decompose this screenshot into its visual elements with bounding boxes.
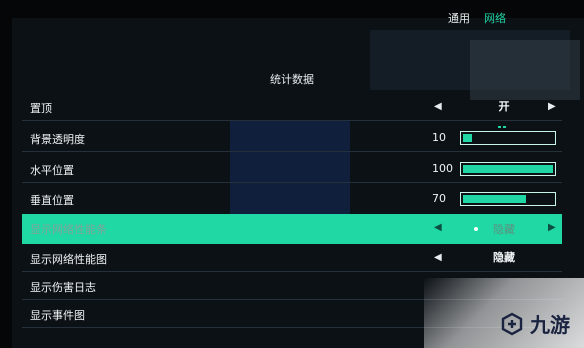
setting-row-network-graph[interactable]: 显示网络性能图 ◀ 隐藏 [22, 246, 562, 272]
watermark-text: 九游 [530, 313, 570, 337]
vertical-slider[interactable] [460, 192, 556, 206]
arrow-right-icon[interactable]: ▶ [548, 222, 556, 233]
tab-network[interactable]: 网络 [484, 10, 506, 26]
arrow-left-icon[interactable]: ◀ [434, 101, 442, 112]
setting-value: 隐藏 [493, 223, 515, 236]
watermark: 九游 [500, 309, 570, 338]
left-frame [0, 0, 12, 348]
setting-row-background-opacity[interactable]: 背景透明度 10 [22, 126, 562, 152]
slider-fill [463, 134, 472, 142]
setting-value: 隐藏 [493, 251, 515, 264]
slider-fill [463, 195, 526, 203]
divider [22, 182, 562, 183]
divider [22, 151, 562, 152]
divider [22, 271, 562, 272]
setting-row-network-bar[interactable]: 显示网络性能条 ◀ 隐藏 ▶ [22, 214, 562, 244]
arrow-left-icon[interactable]: ◀ [434, 252, 442, 263]
setting-label: 置顶 [30, 102, 52, 115]
setting-label: 显示伤害日志 [30, 281, 96, 294]
section-title: 统计数据 [270, 73, 314, 86]
arrow-left-icon[interactable]: ◀ [434, 222, 442, 233]
setting-value: 开 [498, 100, 510, 113]
brand-logo-icon [501, 312, 523, 335]
slider-fill [463, 165, 553, 173]
option-indicator [498, 113, 510, 128]
tab-general[interactable]: 通用 [448, 10, 470, 26]
slider-value: 70 [432, 192, 446, 205]
setting-row-horizontal-position[interactable]: 水平位置 100 [22, 157, 562, 183]
setting-label: 垂直位置 [30, 194, 74, 207]
horizontal-slider[interactable] [460, 162, 556, 176]
setting-label: 背景透明度 [30, 133, 85, 146]
settings-tabs: 通用 网络 [448, 10, 506, 26]
slider-value: 100 [432, 162, 453, 175]
opacity-slider[interactable] [460, 131, 556, 145]
divider [22, 120, 562, 121]
setting-row-pin-on-top[interactable]: 置顶 ◀ 开 ▶ [22, 95, 562, 128]
setting-label: 显示网络性能图 [30, 253, 107, 266]
arrow-right-icon[interactable]: ▶ [548, 101, 556, 112]
background-scene [470, 40, 580, 100]
slider-value: 10 [432, 131, 446, 144]
setting-row-vertical-position[interactable]: 垂直位置 70 [22, 187, 562, 213]
setting-label: 显示事件图 [30, 309, 85, 322]
setting-label: 水平位置 [30, 164, 74, 177]
setting-label: 显示网络性能条 [30, 223, 107, 236]
